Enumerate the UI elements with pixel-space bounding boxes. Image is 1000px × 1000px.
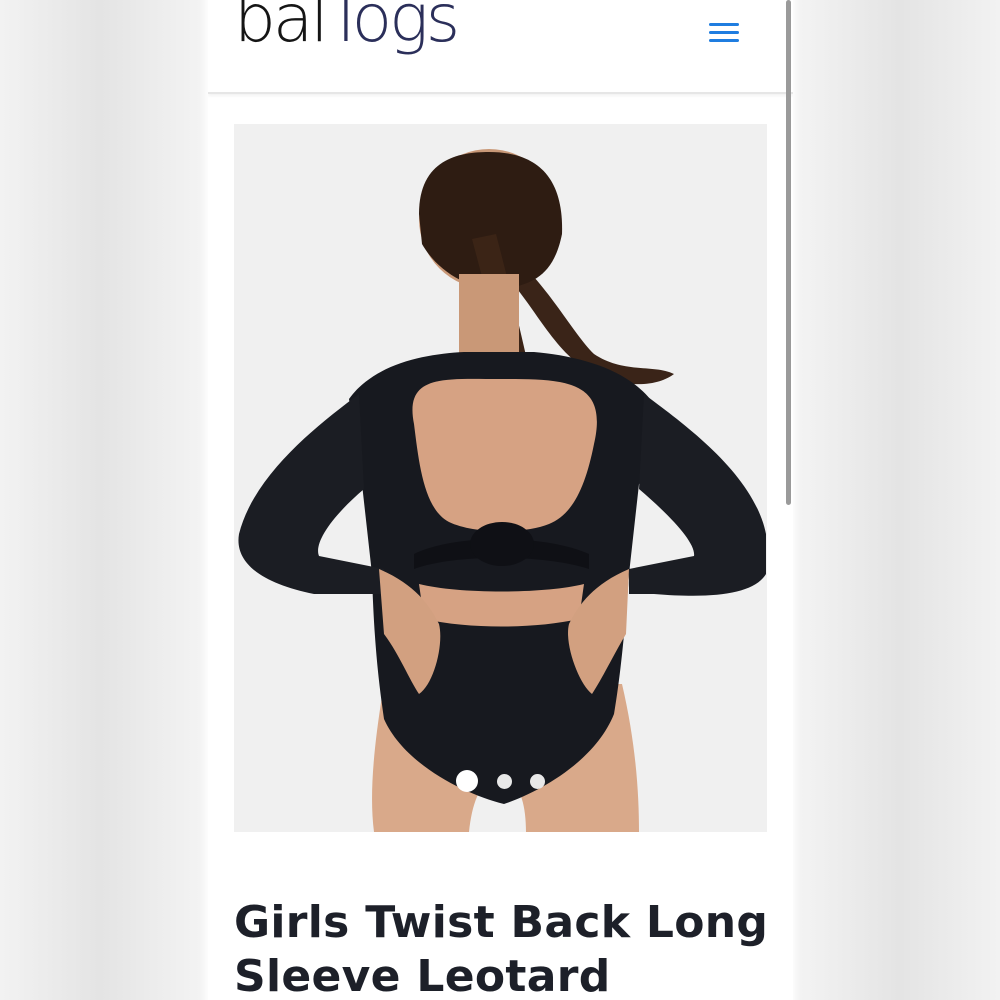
gallery-dot[interactable]	[497, 774, 512, 789]
menu-line	[709, 22, 739, 26]
menu-line	[709, 38, 739, 42]
logo-part-togs: Togs	[325, 0, 460, 57]
product-image-gallery[interactable]	[234, 124, 767, 832]
gallery-dot-active[interactable]	[456, 770, 478, 792]
menu-line	[709, 30, 739, 34]
product-title: Girls Twist Back Long Sleeve Leotard	[234, 897, 769, 1000]
scrollbar[interactable]	[786, 0, 791, 505]
brand-logo[interactable]: balTogs	[234, 0, 460, 52]
hamburger-menu-icon[interactable]	[704, 14, 744, 50]
product-photo	[234, 124, 767, 832]
logo-part-bal: bal	[234, 0, 329, 57]
gallery-pagination	[208, 767, 793, 797]
site-header: balTogs	[208, 0, 793, 94]
gallery-dot[interactable]	[530, 774, 545, 789]
mobile-page: balTogs Girls Twist Back Long Sleeve Leo…	[208, 0, 793, 1000]
